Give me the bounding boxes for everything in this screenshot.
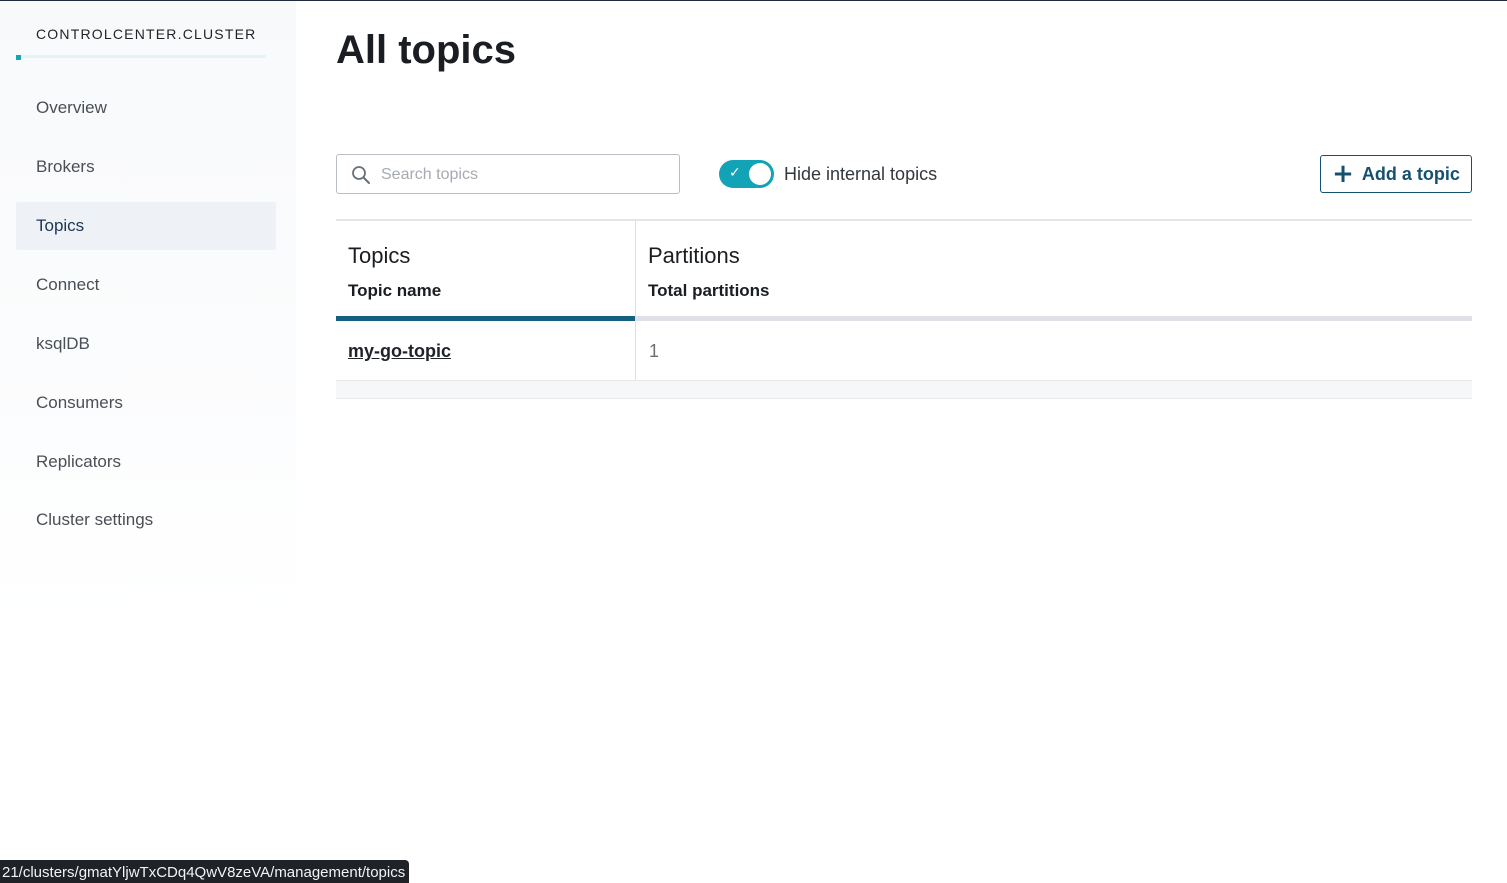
column-header-topics[interactable]: Topics — [348, 243, 410, 269]
sidebar-item-connect[interactable]: Connect — [16, 261, 276, 309]
sidebar: CONTROLCENTER.CLUSTER Overview Brokers T… — [0, 1, 296, 883]
column-subheader-topic-name[interactable]: Topic name — [348, 281, 441, 301]
sidebar-item-cluster-settings[interactable]: Cluster settings — [16, 496, 276, 544]
status-bar-url: 21/clusters/gmatYljwTxCDq4QwV8zeVA/manag… — [0, 860, 409, 883]
sort-indicator — [636, 316, 1472, 321]
column-subheader-total-partitions[interactable]: Total partitions — [648, 281, 770, 301]
sidebar-item-consumers[interactable]: Consumers — [16, 379, 276, 427]
hide-internal-topics-toggle[interactable]: ✓ — [719, 160, 774, 188]
column-header-partitions[interactable]: Partitions — [648, 243, 740, 269]
add-topic-button-label: Add a topic — [1361, 163, 1460, 184]
page-title: All topics — [336, 28, 517, 72]
sidebar-item-ksqldb[interactable]: ksqlDB — [16, 320, 276, 368]
toggle-label: Hide internal topics — [784, 164, 938, 184]
topics-table: Topics Topic name Partitions Total parti… — [336, 219, 1472, 400]
sidebar-item-replicators[interactable]: Replicators — [16, 438, 276, 486]
sidebar-item-overview[interactable]: Overview — [16, 84, 276, 132]
sidebar-item-brokers[interactable]: Brokers — [16, 143, 276, 191]
check-icon: ✓ — [729, 165, 741, 181]
table-row-topic-link[interactable]: my-go-topic — [348, 341, 451, 362]
search-input[interactable] — [379, 161, 673, 189]
table-row-partitions: 1 — [649, 341, 660, 361]
table-footer — [336, 381, 1472, 399]
column-divider — [635, 221, 636, 398]
cluster-underline-accent — [16, 55, 21, 60]
plus-icon: + — [1332, 159, 1354, 189]
cluster-underline — [16, 55, 266, 60]
add-topic-button[interactable]: + Add a topic — [1320, 155, 1472, 193]
search-icon — [352, 166, 370, 184]
search-box[interactable] — [336, 154, 680, 194]
sort-indicator-active — [336, 316, 635, 321]
sidebar-item-topics[interactable]: Topics — [16, 202, 276, 250]
toggle-knob — [749, 163, 771, 185]
cluster-name[interactable]: CONTROLCENTER.CLUSTER — [36, 26, 256, 42]
